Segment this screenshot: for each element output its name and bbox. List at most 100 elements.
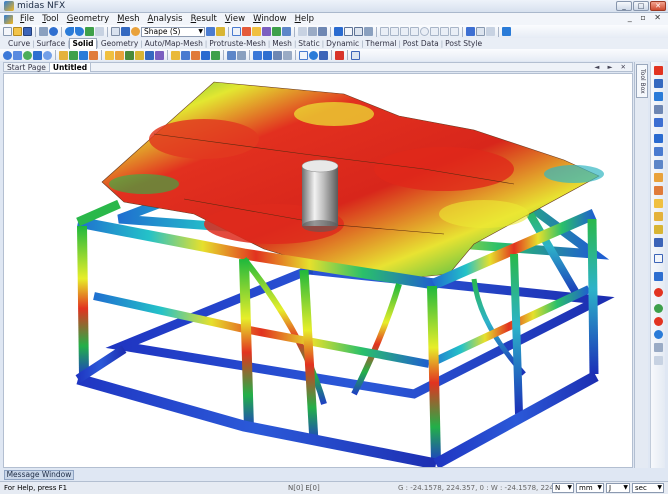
print-icon[interactable] xyxy=(39,27,48,36)
delete-icon[interactable] xyxy=(335,50,344,60)
import-icon[interactable] xyxy=(95,27,104,36)
tab-surface[interactable]: Surface xyxy=(35,39,68,48)
rotate-z-icon[interactable] xyxy=(654,317,663,326)
tab-auto-map-mesh[interactable]: Auto/Map-Mesh xyxy=(143,39,205,48)
loft-icon[interactable] xyxy=(89,50,98,60)
sphere-icon[interactable] xyxy=(3,50,12,60)
menu-file[interactable]: File xyxy=(16,14,38,24)
tab-thermal[interactable]: Thermal xyxy=(364,39,399,48)
repair-icon[interactable] xyxy=(237,50,246,60)
extrude-icon[interactable] xyxy=(59,50,68,60)
mesh-view-icon[interactable] xyxy=(334,27,343,36)
layer-view-icon[interactable] xyxy=(654,272,663,281)
box-icon[interactable] xyxy=(13,50,22,60)
menu-mesh[interactable]: Mesh xyxy=(113,14,143,24)
grid-snap-icon[interactable] xyxy=(380,27,389,36)
cross-icon[interactable] xyxy=(390,27,399,36)
fillet-icon[interactable] xyxy=(105,50,114,60)
help-icon[interactable] xyxy=(49,27,58,36)
show-icon[interactable] xyxy=(308,27,317,36)
shell-icon[interactable] xyxy=(125,50,134,60)
curve-icon[interactable] xyxy=(410,27,419,36)
tab-static[interactable]: Static xyxy=(296,39,321,48)
scale-icon[interactable] xyxy=(283,50,292,60)
open-icon[interactable] xyxy=(13,27,22,36)
draft-icon[interactable] xyxy=(135,50,144,60)
capture-icon[interactable] xyxy=(654,356,663,365)
grid-toggle-icon[interactable] xyxy=(654,254,663,263)
grid-icon[interactable] xyxy=(344,27,353,36)
options-icon[interactable] xyxy=(486,27,495,36)
cross-x-icon[interactable] xyxy=(440,27,449,36)
element-icon[interactable] xyxy=(282,27,291,36)
table-icon[interactable] xyxy=(354,27,363,36)
zoom-icon[interactable] xyxy=(242,27,251,36)
menu-result[interactable]: Result xyxy=(187,14,221,24)
transform-icon[interactable] xyxy=(253,50,262,60)
save-icon[interactable] xyxy=(23,27,32,36)
search-icon[interactable] xyxy=(476,27,485,36)
time-unit-select[interactable]: sec ▼ xyxy=(632,483,664,493)
view-iso-icon[interactable] xyxy=(654,134,663,143)
split-icon[interactable] xyxy=(145,50,154,60)
imprint-icon[interactable] xyxy=(211,50,220,60)
pick-icon[interactable] xyxy=(216,27,225,36)
tab-mesh[interactable]: Mesh xyxy=(270,39,294,48)
view-left-icon[interactable] xyxy=(654,186,663,195)
tab-curve[interactable]: Curve xyxy=(6,39,32,48)
node-icon[interactable] xyxy=(272,27,281,36)
tool-box-tab[interactable]: Tool Box xyxy=(636,64,648,98)
rotate-y-icon[interactable] xyxy=(654,304,663,313)
revolve-icon[interactable] xyxy=(69,50,78,60)
torus-icon[interactable] xyxy=(43,50,52,60)
tab-dynamic[interactable]: Dynamic xyxy=(324,39,361,48)
boolean-icon[interactable] xyxy=(155,50,164,60)
energy-unit-select[interactable]: J ▼ xyxy=(606,483,630,493)
tab-solid[interactable]: Solid xyxy=(69,38,97,49)
export-icon[interactable] xyxy=(85,27,94,36)
zoom-window-icon[interactable] xyxy=(654,105,663,114)
select-icon[interactable] xyxy=(111,27,120,36)
length-unit-select[interactable]: mm ▼ xyxy=(576,483,604,493)
zoom-out-icon[interactable] xyxy=(654,92,663,101)
tab-post-style[interactable]: Post Style xyxy=(443,39,484,48)
view-bottom-icon[interactable] xyxy=(654,199,663,208)
rotate-x-icon[interactable] xyxy=(654,288,663,297)
undo-icon[interactable] xyxy=(65,27,74,36)
new-icon[interactable] xyxy=(3,27,12,36)
spin-icon[interactable] xyxy=(654,330,663,339)
settings-icon[interactable] xyxy=(502,27,511,36)
view-back-icon[interactable] xyxy=(654,212,663,221)
doc-tab-start-page[interactable]: Start Page xyxy=(4,62,50,72)
wireframe-icon[interactable] xyxy=(654,238,663,247)
tab-post-data[interactable]: Post Data xyxy=(401,39,441,48)
menu-help[interactable]: Help xyxy=(291,14,318,24)
tab-geometry[interactable]: Geometry xyxy=(99,39,140,48)
mdi-controls[interactable]: _ ▫ ✕ xyxy=(628,13,664,22)
rotate-icon[interactable] xyxy=(262,27,271,36)
menu-analysis[interactable]: Analysis xyxy=(144,14,187,24)
measure-icon[interactable] xyxy=(466,27,475,36)
circle-icon[interactable] xyxy=(420,27,429,36)
cut-icon[interactable] xyxy=(181,50,190,60)
message-window-tab[interactable]: Message Window xyxy=(4,470,74,480)
pointer-icon[interactable] xyxy=(121,27,130,36)
tab-protruste-mesh[interactable]: Protruste-Mesh xyxy=(207,39,268,48)
force-unit-select[interactable]: N ▼ xyxy=(552,483,574,493)
redo-icon[interactable] xyxy=(75,27,84,36)
mirror-icon[interactable] xyxy=(273,50,282,60)
doc-tab-nav[interactable]: ◄ ► ✕ xyxy=(594,63,629,71)
menu-geometry[interactable]: Geometry xyxy=(63,14,113,24)
line-icon[interactable] xyxy=(400,27,409,36)
move-icon[interactable] xyxy=(299,50,308,60)
cone-icon[interactable] xyxy=(33,50,42,60)
grid-hash-icon[interactable] xyxy=(450,27,459,36)
sweep-icon[interactable] xyxy=(79,50,88,60)
diamond-icon[interactable] xyxy=(430,27,439,36)
fuse-icon[interactable] xyxy=(171,50,180,60)
properties-icon[interactable] xyxy=(351,50,360,60)
view-fit-icon[interactable] xyxy=(232,27,241,36)
menu-view[interactable]: View xyxy=(221,14,249,24)
check-icon[interactable] xyxy=(227,50,236,60)
document-icon[interactable] xyxy=(4,14,13,24)
